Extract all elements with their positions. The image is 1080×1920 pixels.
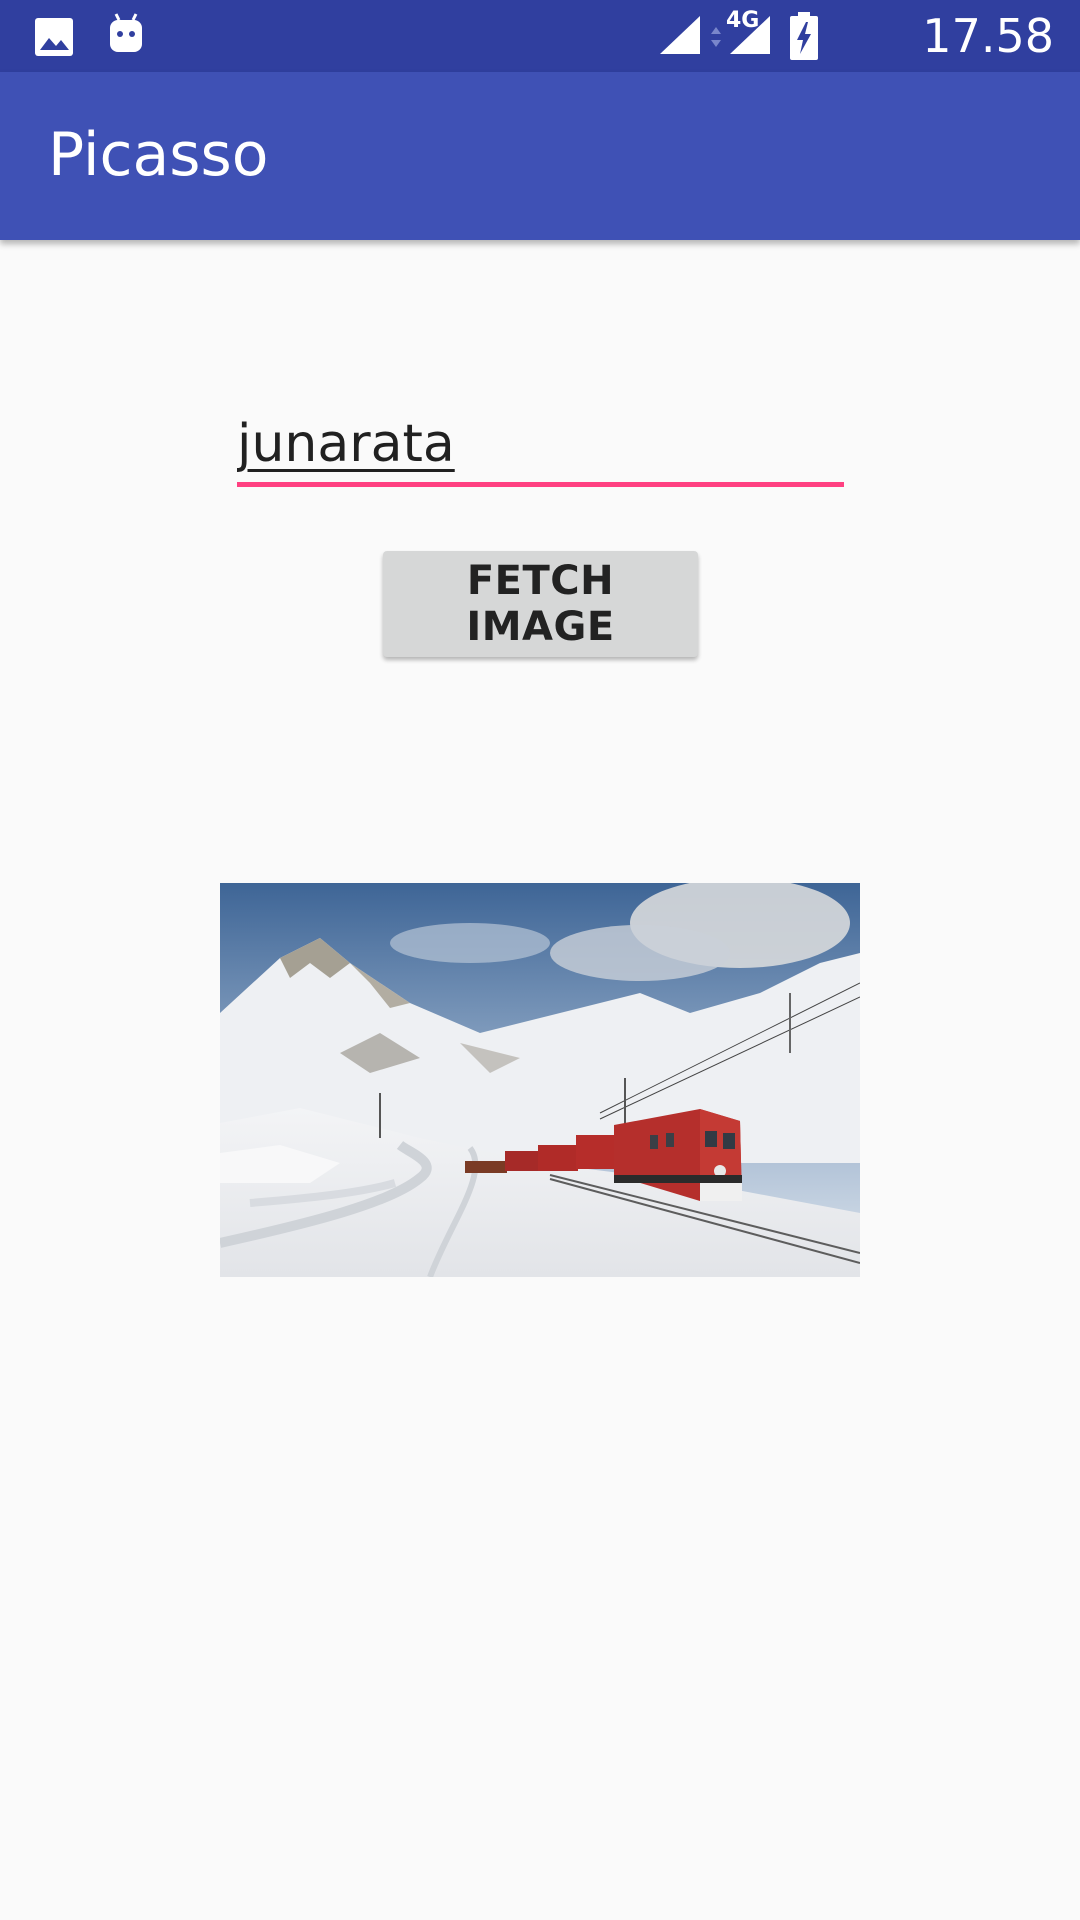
- fetch-image-button[interactable]: FETCH IMAGE: [383, 551, 698, 657]
- app-title: Picasso: [48, 120, 269, 190]
- train-photo-illustration: [220, 883, 860, 1277]
- app-bar: Picasso: [0, 72, 1080, 240]
- input-underline: [237, 482, 844, 487]
- status-time: 17.58: [922, 9, 1054, 63]
- signal-4g-icon: [728, 14, 772, 60]
- text-field-container: [237, 405, 844, 490]
- name-input[interactable]: [237, 405, 844, 483]
- image-icon: [34, 12, 74, 64]
- fetched-image: [220, 883, 860, 1277]
- signal-icon: [658, 14, 702, 60]
- status-bar: 4G 17.58: [0, 0, 1080, 72]
- android-debug-icon: [106, 12, 146, 64]
- data-arrows-icon: [710, 26, 722, 52]
- main-content: FETCH IMAGE: [0, 240, 1080, 1920]
- battery-charging-icon: [788, 12, 820, 64]
